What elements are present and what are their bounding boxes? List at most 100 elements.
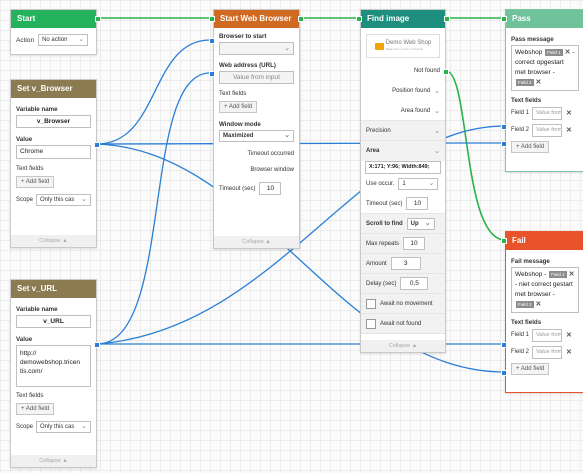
web-address-in-port[interactable] [209,71,215,77]
timeout-input[interactable]: 10 [259,182,282,195]
amount-input[interactable]: 3 [390,257,421,270]
close-icon[interactable]: ✕ [569,270,575,280]
field1-value-input[interactable]: Value from [532,328,563,342]
add-field-button[interactable]: + Add field [16,176,55,188]
collapse-button[interactable]: Collapse ▲ [11,235,96,247]
timeout-input[interactable]: 10 [406,197,429,210]
start-web-browser-header[interactable]: Start Web Browser [209,10,304,28]
scope-select[interactable]: Only this cas ⌄ [36,421,91,433]
use-occur-select[interactable]: 1 ⌄ [398,178,439,190]
add-field-button[interactable]: + Add field [511,363,550,375]
field-token[interactable]: Field 2 [516,79,534,86]
web-address-input[interactable]: Value from input [219,71,294,84]
area-value-input[interactable]: X:171; Y:96; Width:849; [365,161,441,174]
pass-flow-in-port[interactable] [501,16,507,22]
chevron-down-icon: ⌄ [284,132,290,139]
collapse-label: Collapse [39,458,61,464]
find-image-node[interactable]: Find image Demo Web Shop Make sure you'r… [356,9,450,353]
action-select[interactable]: No action ⌄ [38,34,89,46]
fail-node[interactable]: Fail Fail message Webshop - Field 1 ✕ - n… [501,231,583,393]
area-found-output[interactable]: Area found ⌄ [361,101,445,121]
chevron-down-icon: ⌄ [434,107,440,115]
image-preview[interactable]: Demo Web Shop Make sure you're a Tricent… [366,34,440,58]
scope-select-value: Only this cas [40,424,75,430]
fail-message-input[interactable]: Webshop - Field 1 ✕ - niet correct gestar… [511,267,579,313]
not-found-output[interactable]: Not found [361,61,445,81]
start-web-browser-node[interactable]: Start Web Browser Browser to start ⌄ Web… [209,9,304,249]
chevron-down-icon: ⌄ [81,423,87,430]
fail-node-header[interactable]: Fail [501,232,583,250]
use-occur-value: 1 [402,181,406,187]
fail-field2-in-port[interactable] [501,370,507,376]
await-no-movement-row[interactable]: Await no movement [361,294,445,314]
find-image-flow-out-port[interactable] [444,16,450,22]
fail-flow-in-port[interactable] [501,238,507,244]
field-token[interactable]: Field 2 [516,301,534,308]
value-textarea[interactable]: http:// demowebshop.tricen tis.com/ [16,345,91,387]
set-url-header[interactable]: Set v_URL [11,280,96,298]
start-flow-out-port[interactable] [95,16,101,22]
await-not-found-row[interactable]: Await not found [361,314,445,334]
scroll-direction-select[interactable]: Up ⌄ [406,217,435,230]
area-row[interactable]: Area ⌄ [361,141,445,161]
find-image-header[interactable]: Find image [356,10,450,28]
not-found-out-port[interactable] [443,69,449,75]
close-icon[interactable]: ✕ [566,109,572,117]
fail-field1-in-port[interactable] [501,342,507,348]
close-icon[interactable]: ✕ [566,348,572,356]
field1-value-input[interactable]: Value from [532,106,563,120]
position-found-label: Position found [392,88,431,94]
field2-value-input[interactable]: Value from [532,123,563,137]
close-icon[interactable]: ✕ [565,48,571,58]
browser-to-start-select[interactable]: ⌄ [219,42,294,55]
use-occur-label: Use occur. [366,181,395,187]
collapse-button[interactable]: Collapse ▲ [361,340,445,352]
close-icon[interactable]: ✕ [566,126,572,134]
variable-name-input[interactable]: v_Browser [16,115,91,128]
value-input[interactable]: Chrome [16,145,91,159]
timeout-occurred-output[interactable]: Timeout occurred [219,151,294,157]
set-browser-node[interactable]: Set v_Browser Variable name v_Browser Va… [10,79,100,248]
delay-input[interactable]: 0,5 [400,277,429,290]
scope-label: Scope [16,424,34,430]
variable-name-input[interactable]: v_URL [16,315,91,328]
start-browser-flow-out-port[interactable] [298,16,304,22]
pass-field1-in-port[interactable] [501,124,507,130]
add-field-button[interactable]: + Add field [16,403,55,415]
set-browser-value-out-port[interactable] [94,142,100,148]
start-node[interactable]: Start Action No action ⌄ [10,9,101,55]
window-mode-select[interactable]: Maximized ⌄ [219,130,294,142]
set-url-value-out-port[interactable] [94,342,100,348]
close-icon[interactable]: ✕ [536,300,542,310]
start-web-browser-title: Start Web Browser [220,14,292,23]
flow-wire-notfound-to-fail [445,70,506,241]
field-token[interactable]: Field 1 [549,271,567,278]
close-icon[interactable]: ✕ [536,78,542,88]
field2-value-input[interactable]: Value from [532,345,563,359]
collapse-button[interactable]: Collapse ▲ [214,236,299,248]
position-found-output[interactable]: Position found ⌄ [361,81,445,101]
add-field-label: Add field [520,144,545,150]
pass-field2-in-port[interactable] [501,141,507,147]
max-repeats-input[interactable]: 10 [403,237,426,250]
set-url-node[interactable]: Set v_URL Variable name v_URL Value http… [10,279,100,468]
precision-row[interactable]: Precision ⌄ [361,121,445,141]
browser-to-start-in-port[interactable] [209,38,215,44]
close-icon[interactable]: ✕ [566,331,572,339]
start-browser-flow-in-port[interactable] [209,16,215,22]
pass-message-input[interactable]: Webshop Field 1 ✕ - correct opgestart met… [511,45,579,91]
scope-select[interactable]: Only this cas ⌄ [36,194,91,206]
start-node-header[interactable]: Start [11,10,101,28]
field-token[interactable]: Field 1 [545,49,563,56]
pass-node-header[interactable]: Pass [501,10,583,28]
add-field-button[interactable]: + Add field [511,141,550,153]
set-browser-header[interactable]: Set v_Browser [11,80,96,98]
find-image-flow-in-port[interactable] [356,16,362,22]
add-field-button[interactable]: + Add field [219,101,258,113]
await-no-movement-checkbox[interactable] [366,298,376,309]
pass-node[interactable]: Pass Pass message Webshop Field 1 ✕ - cor… [501,9,583,172]
text-fields-label: Text fields [511,319,542,326]
collapse-button[interactable]: Collapse ▲ [11,455,96,467]
await-not-found-checkbox[interactable] [366,318,376,329]
browser-window-output[interactable]: Browser window [219,167,294,173]
